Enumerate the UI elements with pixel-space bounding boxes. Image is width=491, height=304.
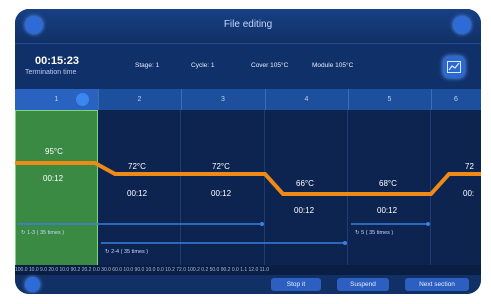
- step-number: 3: [221, 96, 225, 103]
- suspend-button[interactable]: Suspend: [337, 278, 389, 291]
- selected-step-dot-icon: [76, 93, 89, 106]
- step-number: 2: [137, 96, 142, 103]
- cycle-repeat-text: 5 ( 35 times ): [361, 230, 394, 236]
- step-header-row: 1 2 3 4 5 6: [15, 89, 481, 110]
- step-temperature[interactable]: 72°C: [212, 162, 230, 171]
- next-section-button[interactable]: Next section: [405, 278, 469, 291]
- step-duration[interactable]: 00:12: [294, 206, 314, 215]
- cycle-bracket-end-icon: [426, 222, 430, 226]
- step-temperature[interactable]: 68°C: [379, 179, 397, 188]
- device-screen: File editing 00:15:23 Termination time S…: [15, 9, 481, 294]
- stop-button[interactable]: Stop it: [271, 278, 321, 291]
- elapsed-time: 00:15:23: [35, 55, 80, 67]
- step-number: 1: [54, 96, 59, 103]
- chart-icon: [447, 61, 461, 73]
- step-duration[interactable]: 00:: [463, 189, 474, 198]
- elapsed-time-label: Termination time: [25, 69, 77, 76]
- temperature-profile-line: [15, 161, 481, 196]
- home-button[interactable]: [25, 277, 40, 292]
- step-duration[interactable]: 00:12: [43, 174, 63, 183]
- step-temperature[interactable]: 72°C: [128, 162, 146, 171]
- step-number: 4: [304, 96, 309, 103]
- cycle-bracket-end-icon: [260, 222, 264, 226]
- cover-temperature: Cover 105°C: [251, 62, 289, 69]
- cycle-repeat-label[interactable]: ↻ 2-4 ( 35 times ): [105, 249, 148, 255]
- cycle-repeat-text: 1-3 ( 35 times ): [27, 230, 65, 236]
- loop-icon: ↻: [21, 230, 26, 236]
- step-tab-2[interactable]: 2: [98, 89, 182, 110]
- step-tab-3[interactable]: 3: [181, 89, 266, 110]
- chart-view-button[interactable]: [443, 56, 465, 78]
- profile-graph: [15, 161, 481, 245]
- step-number: 6: [454, 96, 458, 103]
- step-duration[interactable]: 00:12: [127, 189, 147, 198]
- step-duration[interactable]: 00:12: [211, 189, 231, 198]
- cycle-repeat-label[interactable]: ↻ 5 ( 35 times ): [355, 230, 393, 236]
- bottom-ruler: 100.0 10.0 9.0 20.0 10.0 90.2 20.2 0.0 3…: [15, 265, 481, 275]
- step-temperature[interactable]: 66°C: [296, 179, 314, 188]
- cycle-repeat-label[interactable]: ↻ 1-3 ( 35 times ): [21, 230, 64, 236]
- step-tab-4[interactable]: 4: [265, 89, 349, 110]
- step-tab-1[interactable]: 1: [15, 89, 99, 110]
- title-bar: File editing: [15, 9, 481, 43]
- step-number: 5: [387, 96, 392, 103]
- step-tab-6[interactable]: 6: [431, 89, 481, 110]
- module-temperature: Module 105°C: [312, 62, 354, 69]
- step-temperature[interactable]: 72: [465, 162, 474, 171]
- run-info-bar: 00:15:23 Termination time Stage: 1 Cycle…: [15, 43, 481, 90]
- cycle-bracket-end-icon: [343, 241, 347, 245]
- temperature-profile: 95°C 00:12 72°C 00:12 72°C 00:12 66°C 00…: [15, 110, 481, 267]
- loop-icon: ↻: [355, 230, 360, 236]
- cycle-repeat-text: 2-4 ( 35 times ): [111, 249, 149, 255]
- page-title: File editing: [223, 19, 273, 30]
- cycle-indicator: Cycle: 1: [191, 62, 215, 69]
- step-temperature[interactable]: 95°C: [45, 147, 63, 156]
- step-duration[interactable]: 00:12: [377, 206, 397, 215]
- menu-button[interactable]: [453, 16, 471, 34]
- stage-indicator: Stage: 1: [135, 62, 160, 69]
- action-bar: Stop it Suspend Next section: [15, 275, 481, 294]
- step-tab-5[interactable]: 5: [348, 89, 432, 110]
- loop-icon: ↻: [105, 249, 110, 255]
